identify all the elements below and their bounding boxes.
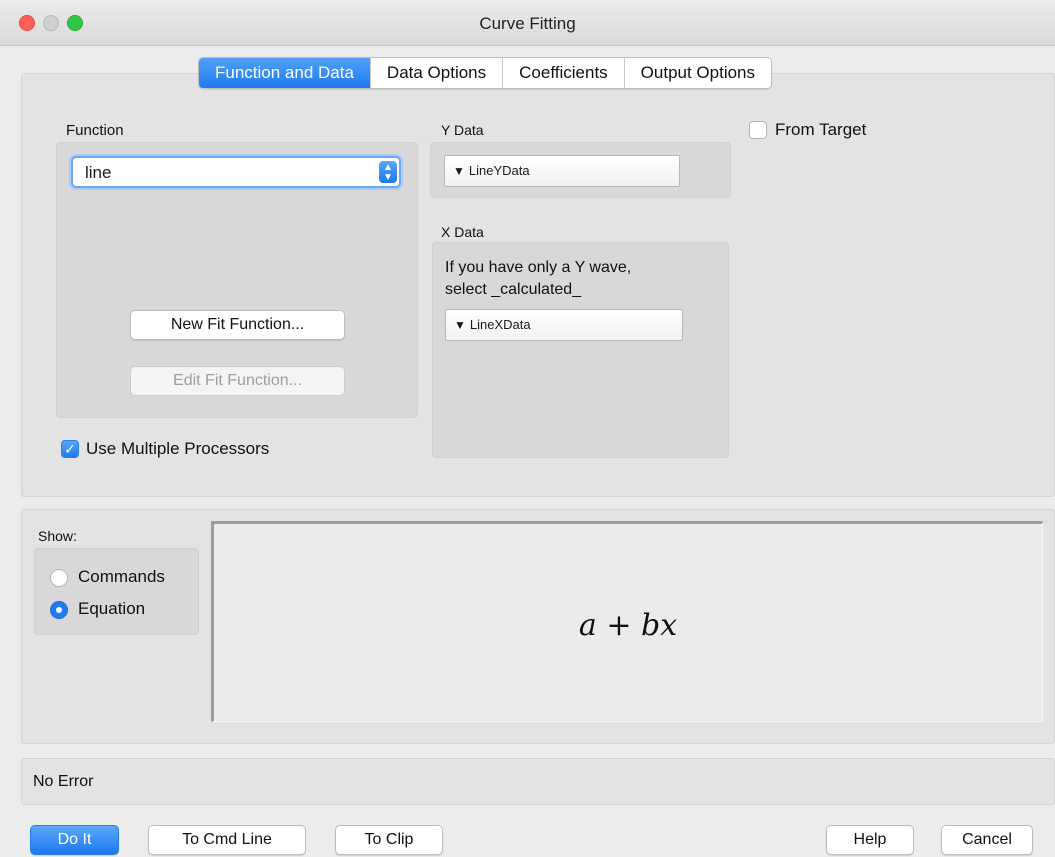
status-panel <box>21 758 1055 805</box>
cancel-button[interactable]: Cancel <box>941 825 1033 855</box>
tab-data-options[interactable]: Data Options <box>370 58 504 88</box>
to-cmd-line-button[interactable]: To Cmd Line <box>148 825 306 855</box>
tab-function-and-data[interactable]: Function and Data <box>199 58 371 88</box>
popup-triangle-icon: ▼ <box>454 318 466 332</box>
ydata-value: LineYData <box>468 163 530 178</box>
commands-radio[interactable] <box>50 569 68 587</box>
xdata-popup[interactable]: ▼ LineXData <box>445 309 683 341</box>
equation-display: a + bx <box>211 521 1043 722</box>
to-clip-button[interactable]: To Clip <box>335 825 443 855</box>
tab-bar: Function and Data Data Options Coefficie… <box>198 57 773 89</box>
xdata-value: LineXData <box>469 317 531 332</box>
function-select-value: line <box>85 163 112 182</box>
title-bar: Curve Fitting <box>0 0 1055 46</box>
function-select[interactable]: line ▲ ▼ <box>71 156 401 188</box>
status-text: No Error <box>33 773 94 790</box>
new-fit-function-button[interactable]: New Fit Function... <box>130 310 345 340</box>
tab-output-options[interactable]: Output Options <box>624 58 772 88</box>
xdata-hint-line1: If you have only a Y wave, <box>445 259 632 276</box>
from-target-label: From Target <box>775 120 867 139</box>
tab-coefficients[interactable]: Coefficients <box>503 58 625 88</box>
xdata-hint-line2: select _calculated_ <box>445 281 582 298</box>
equation-radio[interactable] <box>50 601 68 619</box>
help-button[interactable]: Help <box>826 825 914 855</box>
do-it-button[interactable]: Do It <box>30 825 119 855</box>
xdata-label: X Data <box>441 224 484 240</box>
from-target-checkbox[interactable] <box>749 121 767 139</box>
show-label: Show: <box>38 528 77 544</box>
updown-arrows-icon: ▲ ▼ <box>379 161 397 183</box>
ydata-popup[interactable]: ▼ LineYData <box>444 155 680 187</box>
use-multiple-processors-checkbox[interactable]: ✓ <box>61 440 79 458</box>
commands-label: Commands <box>78 567 165 586</box>
equation-text: a + bx <box>578 608 678 643</box>
popup-triangle-icon: ▼ <box>453 164 465 178</box>
show-options-group <box>34 548 199 635</box>
ydata-label: Y Data <box>441 122 484 138</box>
window-title: Curve Fitting <box>479 14 576 33</box>
use-multiple-processors-label: Use Multiple Processors <box>86 439 270 458</box>
equation-label: Equation <box>78 599 146 618</box>
edit-fit-function-button[interactable]: Edit Fit Function... <box>130 366 345 396</box>
function-label: Function <box>66 122 124 139</box>
